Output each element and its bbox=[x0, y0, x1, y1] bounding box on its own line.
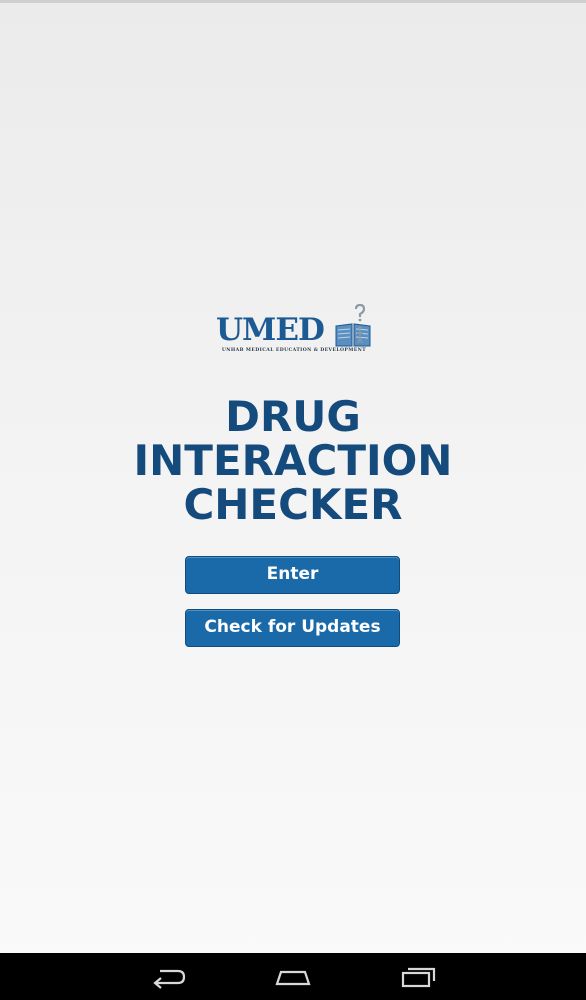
book-question-icon bbox=[335, 304, 371, 347]
logo-text: UMED bbox=[216, 312, 325, 348]
title-line-3: CHECKER bbox=[183, 480, 403, 529]
title-line-2: INTERACTION bbox=[133, 436, 453, 485]
home-button[interactable] bbox=[273, 964, 313, 990]
recents-button[interactable] bbox=[398, 964, 438, 990]
enter-button[interactable]: Enter bbox=[185, 556, 400, 594]
back-icon bbox=[153, 969, 186, 989]
title-line-1: DRUG bbox=[225, 392, 361, 441]
check-updates-button[interactable]: Check for Updates bbox=[185, 609, 400, 647]
recents-icon bbox=[401, 967, 436, 988]
navigation-bar bbox=[0, 953, 586, 1000]
logo-tagline: UNHAB MEDICAL EDUCATION & DEVELOPMENT bbox=[221, 348, 367, 353]
back-button[interactable] bbox=[148, 964, 188, 990]
status-bar bbox=[0, 0, 586, 3]
app-title: DRUG INTERACTION CHECKER bbox=[0, 395, 586, 527]
umed-logo: UMED UNHAB MEDICAL EDUCATION & DEVELOPME… bbox=[216, 304, 372, 358]
home-icon bbox=[275, 970, 311, 986]
